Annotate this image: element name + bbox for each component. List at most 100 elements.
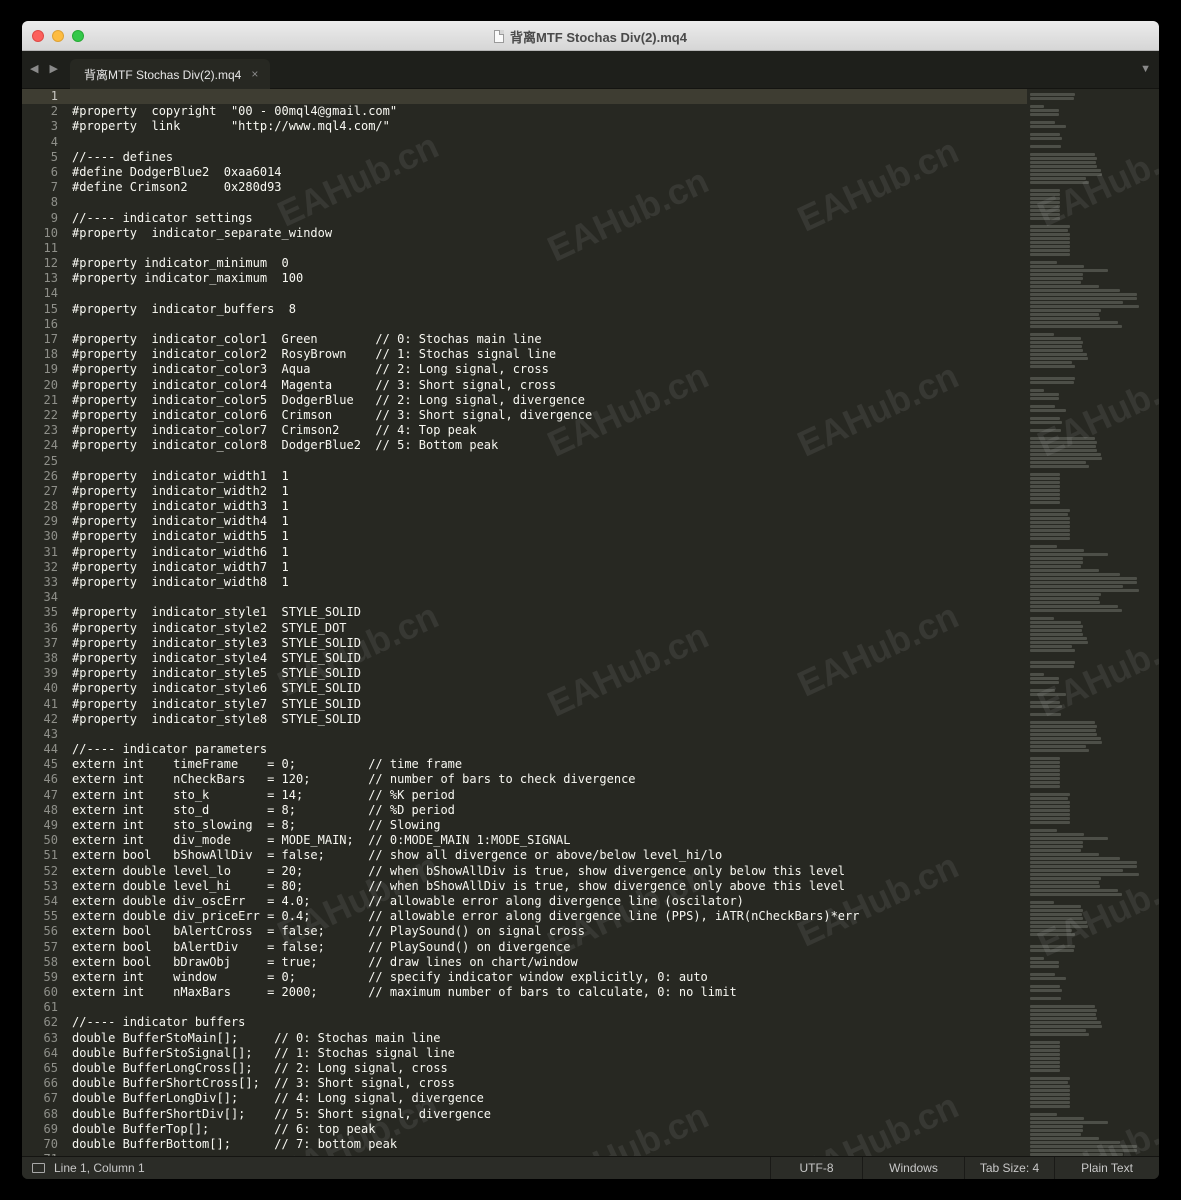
minimap-line: [1030, 625, 1083, 628]
minimap-line: [1030, 905, 1081, 908]
line-endings-selector[interactable]: Windows: [862, 1157, 964, 1179]
code-line: #property indicator_width6 1: [72, 544, 289, 559]
line-number: 16: [43, 316, 58, 331]
line-number: 24: [43, 438, 58, 453]
minimap-line: [1030, 641, 1088, 644]
code-line: #define Crimson2 0x280d93: [72, 180, 282, 195]
tab-close-icon[interactable]: ×: [251, 67, 258, 81]
minimap-line: [1030, 673, 1044, 676]
code-line: extern int nCheckBars = 120; // number o…: [72, 772, 636, 787]
minimap[interactable]: [1030, 89, 1155, 1156]
minimap-line: [1030, 1033, 1089, 1036]
minimap-line: [1030, 645, 1072, 648]
minimap-line: [1030, 109, 1059, 112]
minimap-line: [1030, 465, 1089, 468]
minimap-line: [1030, 381, 1074, 384]
editor-area[interactable]: 1 2 3 4 5 6 7 8 9 10 11 12 13 14 15 16 17 18 19 20 21 22 23 24 2…: [22, 89, 1159, 1156]
minimap-line: [1030, 845, 1083, 848]
minimap-line: [1030, 1137, 1099, 1140]
line-number: 48: [43, 802, 58, 817]
minimap-line: [1030, 245, 1070, 248]
line-number: 57: [43, 939, 58, 954]
minimap-line: [1030, 561, 1083, 564]
minimap-line: [1030, 417, 1060, 420]
code-line: #property indicator_width5 1: [72, 529, 289, 544]
minimap-line: [1030, 965, 1059, 968]
code-line: extern double level_hi = 80; // when bSh…: [72, 878, 846, 893]
minimap-line: [1030, 585, 1123, 588]
line-number: 13: [43, 271, 58, 286]
tab-nav-arrows-icon[interactable]: ◀ ▶: [30, 62, 62, 75]
tab-active-file[interactable]: 背离MTF Stochas Div(2).mq4 ×: [70, 59, 270, 89]
minimap-line: [1030, 725, 1097, 728]
minimap-line: [1030, 569, 1099, 572]
line-number: 36: [43, 620, 58, 635]
code-line: #property indicator_width2 1: [72, 483, 289, 498]
line-number: 65: [43, 1061, 58, 1075]
line-number: 32: [43, 559, 58, 574]
minimap-line: [1030, 113, 1059, 116]
minimap-line: [1030, 973, 1055, 976]
code-line: double BufferLongCross[]; // 2: Long sig…: [72, 1061, 448, 1075]
line-number: 34: [43, 590, 58, 605]
minimap-line: [1030, 873, 1139, 876]
line-number: 61: [43, 1000, 58, 1015]
minimap-line: [1030, 441, 1097, 444]
minimap-line: [1030, 933, 1075, 936]
minimap-line: [1030, 533, 1070, 536]
minimap-line: [1030, 361, 1072, 364]
line-number: 2: [50, 104, 58, 119]
code-line: #define DodgerBlue2 0xaa6014: [72, 164, 282, 179]
minimap-line: [1030, 737, 1101, 740]
minimap-line: [1030, 93, 1075, 96]
line-number: 53: [43, 878, 58, 893]
minimap-line: [1030, 765, 1060, 768]
syntax-selector[interactable]: Plain Text: [1054, 1157, 1159, 1179]
minimap-line: [1030, 225, 1070, 228]
line-number: 26: [43, 468, 58, 483]
minimap-line: [1030, 841, 1083, 844]
minimap-line: [1030, 529, 1070, 532]
line-number: 52: [43, 863, 58, 878]
minimap-line: [1030, 457, 1102, 460]
minimap-line: [1030, 325, 1122, 328]
code-line: #property link "http://www.mql4.com/": [72, 119, 390, 134]
encoding-selector[interactable]: UTF-8: [770, 1157, 862, 1179]
code-line: double BufferLongDiv[]; // 4: Long signa…: [72, 1091, 484, 1106]
line-number: 23: [43, 423, 58, 438]
minimap-line: [1030, 501, 1060, 504]
code-line: #property indicator_separate_window: [72, 225, 333, 240]
code-line: //---- indicator parameters: [72, 742, 268, 757]
minimap-line: [1030, 861, 1137, 864]
minimap-line: [1030, 1061, 1060, 1064]
minimap-line: [1030, 633, 1083, 636]
document-icon: [494, 29, 505, 43]
minimap-line: [1030, 573, 1120, 576]
minimap-line: [1030, 409, 1066, 412]
minimap-line: [1030, 617, 1054, 620]
minimap-line: [1030, 1045, 1060, 1048]
minimap-line: [1030, 545, 1057, 548]
minimap-line: [1030, 785, 1060, 788]
minimap-line: [1030, 609, 1122, 612]
minimap-line: [1030, 581, 1137, 584]
tab-size-selector[interactable]: Tab Size: 4: [964, 1157, 1054, 1179]
minimap-line: [1030, 253, 1070, 256]
minimap-line: [1030, 281, 1081, 284]
code-text-area[interactable]: #property copyright "00 - 00mql4@gmail.c…: [72, 89, 1022, 1156]
minimap-line: [1030, 1005, 1095, 1008]
minimap-line: [1030, 913, 1082, 916]
line-number: 43: [43, 726, 58, 741]
tab-dropdown-icon[interactable]: ▼: [1140, 63, 1151, 75]
code-line: #property indicator_style1 STYLE_SOLID: [72, 605, 361, 620]
minimap-line: [1030, 481, 1060, 484]
code-line: extern double div_oscErr = 4.0; // allow…: [72, 893, 744, 908]
code-line: #property indicator_style7 STYLE_SOLID: [72, 696, 361, 711]
minimap-line: [1030, 1017, 1097, 1020]
minimap-line: [1030, 553, 1108, 556]
code-line: #property indicator_width3 1: [72, 499, 289, 514]
panel-toggle-icon[interactable]: [32, 1163, 45, 1173]
